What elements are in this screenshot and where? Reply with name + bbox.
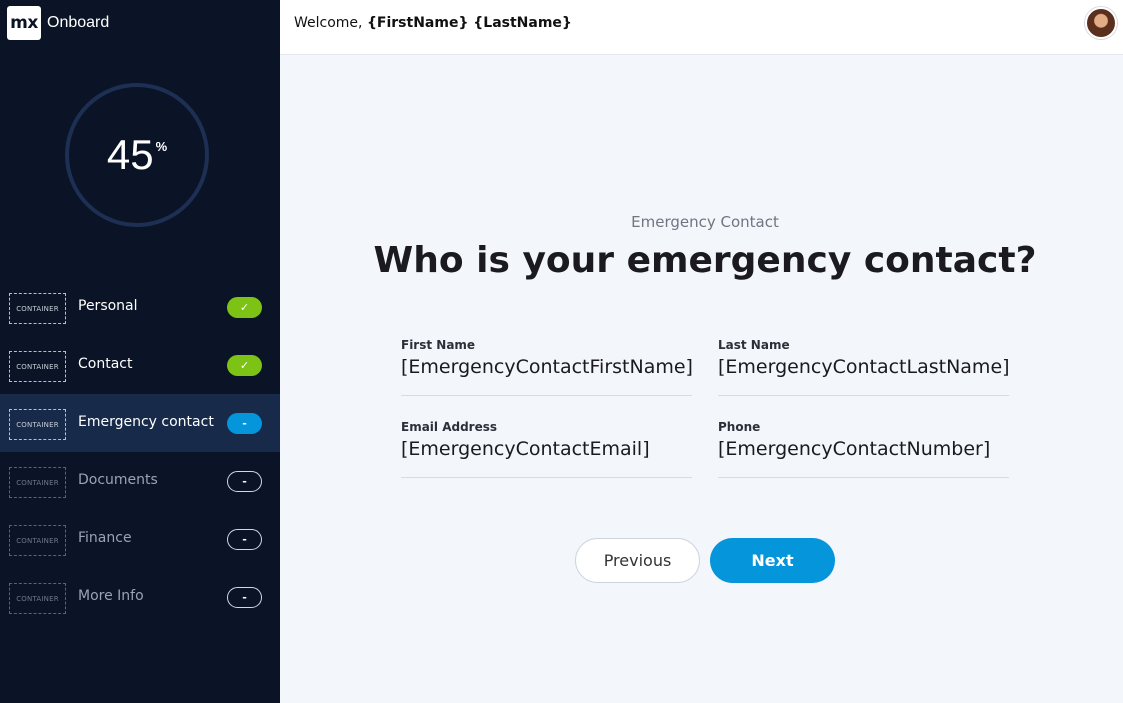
first-name-value[interactable]: [EmergencyContactFirstName] — [401, 356, 693, 378]
first-name-label: First Name — [401, 338, 476, 352]
step-label: Finance — [78, 530, 132, 546]
container-placeholder: CONTAINER — [9, 525, 66, 556]
phone-label: Phone — [718, 420, 761, 434]
last-name-value[interactable]: [EmergencyContactLastName] — [718, 356, 1010, 378]
progress-label: 45 % — [64, 82, 210, 228]
step-emergency-contact[interactable]: CONTAINER Emergency contact - — [0, 394, 280, 452]
container-placeholder: CONTAINER — [9, 293, 66, 324]
step-label: More Info — [78, 588, 144, 604]
page-title: Who is your emergency contact? — [373, 240, 1037, 281]
brand[interactable]: mx Onboard — [7, 6, 109, 40]
last-name-label: Last Name — [718, 338, 790, 352]
step-finance[interactable]: CONTAINER Finance - — [0, 510, 280, 568]
step-label: Emergency contact — [78, 414, 214, 430]
previous-button[interactable]: Previous — [575, 538, 700, 583]
welcome-prefix: Welcome, — [294, 15, 367, 31]
step-label: Documents — [78, 472, 158, 488]
pending-step-badge: - — [227, 529, 262, 550]
container-placeholder: CONTAINER — [9, 351, 66, 382]
email-value[interactable]: [EmergencyContactEmail] — [401, 438, 692, 460]
step-list: CONTAINER Personal ✓ CONTAINER Contact ✓… — [0, 278, 280, 626]
phone-value[interactable]: [EmergencyContactNumber] — [718, 438, 1009, 460]
avatar[interactable] — [1085, 7, 1117, 39]
top-bar: Welcome, {FirstName} {LastName} — [280, 0, 1123, 55]
main-content: Emergency Contact Who is your emergency … — [280, 56, 1123, 703]
current-step-badge: - — [227, 413, 262, 434]
step-contact[interactable]: CONTAINER Contact ✓ — [0, 336, 280, 394]
section-eyebrow: Emergency Contact — [631, 213, 779, 231]
progress-value: 45 — [106, 131, 154, 178]
pending-step-badge: - — [227, 471, 262, 492]
next-button[interactable]: Next — [710, 538, 835, 583]
container-placeholder: CONTAINER — [9, 409, 66, 440]
progress-ring: 45 % — [64, 82, 210, 228]
mx-logo: mx — [7, 6, 41, 40]
step-label: Personal — [78, 298, 138, 314]
email-field[interactable]: Email Address [EmergencyContactEmail] — [401, 420, 692, 478]
checkmark-icon: ✓ — [227, 297, 262, 318]
user-name: {FirstName} {LastName} — [366, 15, 572, 31]
last-name-field[interactable]: Last Name [EmergencyContactLastName] — [718, 338, 1010, 396]
progress-unit: % — [155, 138, 168, 154]
app-name: Onboard — [47, 14, 110, 31]
phone-field[interactable]: Phone [EmergencyContactNumber] — [718, 420, 1009, 478]
step-documents[interactable]: CONTAINER Documents - — [0, 452, 280, 510]
welcome-message: Welcome, {FirstName} {LastName} — [294, 15, 572, 31]
container-placeholder: CONTAINER — [9, 467, 66, 498]
step-label: Contact — [78, 356, 133, 372]
email-label: Email Address — [401, 420, 498, 434]
first-name-field[interactable]: First Name [EmergencyContactFirstName] — [401, 338, 693, 396]
sidebar: mx Onboard 45 % CONTAINER Personal ✓ CON… — [0, 0, 280, 703]
pending-step-badge: - — [227, 587, 262, 608]
checkmark-icon: ✓ — [227, 355, 262, 376]
container-placeholder: CONTAINER — [9, 583, 66, 614]
step-more-info[interactable]: CONTAINER More Info - — [0, 568, 280, 626]
step-personal[interactable]: CONTAINER Personal ✓ — [0, 278, 280, 336]
